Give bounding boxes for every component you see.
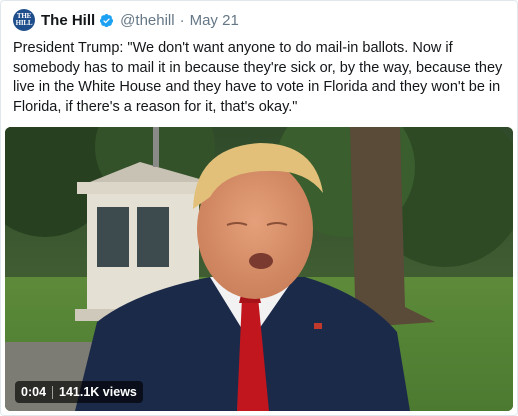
verified-badge-icon <box>100 13 114 27</box>
video-view-count: 141.1K views <box>59 385 137 399</box>
tweet-header: THE HILL The Hill @thehill · May 21 <box>13 9 239 31</box>
stats-divider <box>52 385 54 399</box>
tweet-date[interactable]: May 21 <box>190 12 239 29</box>
author-name[interactable]: The Hill <box>41 12 95 29</box>
video-player[interactable]: 0:04 141.1K views <box>5 127 513 411</box>
tweet-card[interactable]: THE HILL The Hill @thehill · May 21 Pres… <box>0 0 518 416</box>
video-stats-overlay: 0:04 141.1K views <box>15 381 143 403</box>
tweet-text: President Trump: "We don't want anyone t… <box>13 40 503 115</box>
author-handle[interactable]: @thehill <box>120 12 174 29</box>
video-frame <box>5 127 513 411</box>
meta-separator: · <box>179 11 185 29</box>
video-elapsed-time: 0:04 <box>21 385 47 399</box>
avatar[interactable]: THE HILL <box>13 9 35 31</box>
avatar-logo-text: THE HILL <box>15 12 33 27</box>
